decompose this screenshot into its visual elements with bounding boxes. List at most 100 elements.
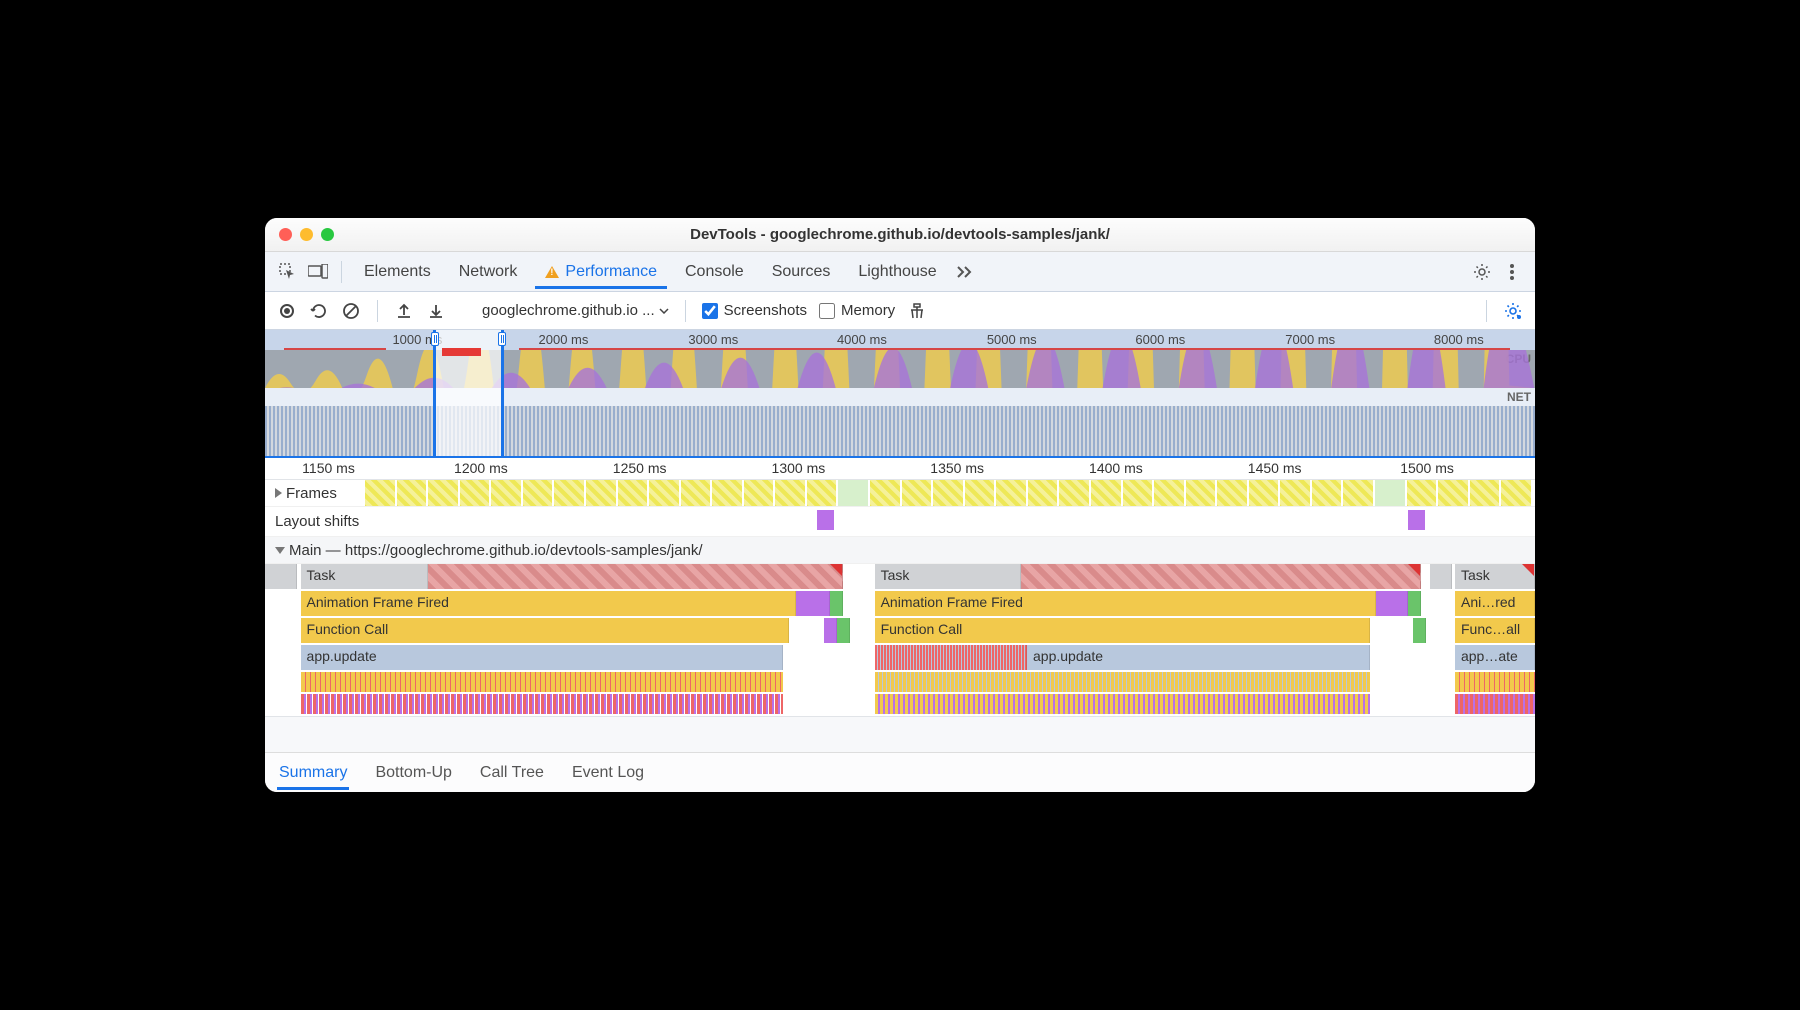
frame-cell[interactable] xyxy=(428,480,458,506)
flame-aff[interactable]: Animation Frame Fired xyxy=(301,591,796,616)
flame-deep[interactable] xyxy=(301,694,784,714)
frame-cell[interactable] xyxy=(1154,480,1184,506)
flame-task-long[interactable] xyxy=(1021,564,1421,589)
frame-cell[interactable] xyxy=(996,480,1026,506)
tab-network[interactable]: Network xyxy=(449,255,528,289)
main-track-header[interactable]: Main — https://googlechrome.github.io/de… xyxy=(265,537,1535,564)
flame-render[interactable] xyxy=(796,591,830,616)
tab-call-tree[interactable]: Call Tree xyxy=(478,756,546,790)
flame-task[interactable]: Task xyxy=(875,564,1021,589)
frame-cell[interactable] xyxy=(365,480,395,506)
frame-cell[interactable] xyxy=(1249,480,1279,506)
frame-cell[interactable] xyxy=(1217,480,1247,506)
collapse-icon[interactable] xyxy=(275,547,285,554)
frame-cell[interactable] xyxy=(1312,480,1342,506)
minimize-icon[interactable] xyxy=(300,228,313,241)
frame-cell[interactable] xyxy=(870,480,900,506)
kebab-menu-icon[interactable] xyxy=(1501,261,1523,283)
frame-cell[interactable] xyxy=(397,480,427,506)
frame-cell[interactable] xyxy=(933,480,963,506)
flame-deep[interactable] xyxy=(1455,694,1535,714)
frame-cell[interactable] xyxy=(681,480,711,506)
selection-handle-right[interactable] xyxy=(498,332,506,346)
flame-paint[interactable] xyxy=(830,591,843,616)
frame-cell[interactable] xyxy=(491,480,521,506)
flame-task-stub[interactable] xyxy=(1430,564,1453,589)
flame-update-mixed[interactable] xyxy=(875,645,1027,670)
flame-task[interactable]: Task xyxy=(1455,564,1535,589)
frame-cell[interactable] xyxy=(1343,480,1373,506)
flame-aff[interactable]: Ani…red xyxy=(1455,591,1535,616)
frame-cell[interactable] xyxy=(902,480,932,506)
frame-cell[interactable] xyxy=(1059,480,1089,506)
flame-task-long[interactable] xyxy=(428,564,843,589)
tab-lighthouse[interactable]: Lighthouse xyxy=(848,255,946,289)
frame-cell[interactable] xyxy=(1028,480,1058,506)
flamechart-pane[interactable]: 1150 ms 1200 ms 1250 ms 1300 ms 1350 ms … xyxy=(265,458,1535,752)
more-tabs-icon[interactable] xyxy=(955,261,977,283)
tab-performance[interactable]: Performance xyxy=(535,255,667,289)
inspect-icon[interactable] xyxy=(277,261,299,283)
frame-cell[interactable] xyxy=(1123,480,1153,506)
tab-event-log[interactable]: Event Log xyxy=(570,756,646,790)
frame-cell[interactable] xyxy=(807,480,837,506)
frame-cell[interactable] xyxy=(1375,480,1405,506)
reload-record-button[interactable] xyxy=(309,301,329,321)
flame-deep[interactable] xyxy=(1455,672,1535,692)
tab-elements[interactable]: Elements xyxy=(354,255,441,289)
layout-shift-marker[interactable] xyxy=(1408,510,1425,530)
tab-console[interactable]: Console xyxy=(675,255,754,289)
frame-cell[interactable] xyxy=(965,480,995,506)
frame-cell[interactable] xyxy=(554,480,584,506)
flame-update[interactable]: app.update xyxy=(301,645,784,670)
collect-garbage-icon[interactable] xyxy=(907,301,927,321)
frame-cell[interactable] xyxy=(1470,480,1500,506)
frame-cell[interactable] xyxy=(460,480,490,506)
layout-shift-marker[interactable] xyxy=(817,510,834,530)
screenshots-checkbox[interactable]: Screenshots xyxy=(702,302,807,319)
origin-selector[interactable]: googlechrome.github.io ... xyxy=(482,302,669,319)
selection-handle-left[interactable] xyxy=(431,332,439,346)
close-icon[interactable] xyxy=(279,228,292,241)
frame-cell[interactable] xyxy=(712,480,742,506)
frame-cell[interactable] xyxy=(618,480,648,506)
flame-update[interactable]: app…ate xyxy=(1455,645,1535,670)
frame-cell[interactable] xyxy=(1091,480,1121,506)
flame-deep[interactable] xyxy=(875,672,1370,692)
upload-icon[interactable] xyxy=(394,301,414,321)
flame-fn[interactable]: Function Call xyxy=(301,618,790,643)
flame-render[interactable] xyxy=(824,618,837,643)
screenshots-input[interactable] xyxy=(702,303,718,319)
record-button[interactable] xyxy=(277,301,297,321)
frame-cell[interactable] xyxy=(775,480,805,506)
flame-render[interactable] xyxy=(1376,591,1408,616)
expand-icon[interactable] xyxy=(275,488,282,498)
tab-summary[interactable]: Summary xyxy=(277,756,349,790)
frame-cell[interactable] xyxy=(1501,480,1531,506)
device-toggle-icon[interactable] xyxy=(307,261,329,283)
flame-fn[interactable]: Func…all xyxy=(1455,618,1535,643)
layout-shifts-track[interactable]: Layout shifts xyxy=(265,507,1535,537)
frame-cell[interactable] xyxy=(744,480,774,506)
flame-task[interactable]: Task xyxy=(301,564,428,589)
flame-aff[interactable]: Animation Frame Fired xyxy=(875,591,1377,616)
flame-chart[interactable]: Task Task Task Animation Frame Fired Ani… xyxy=(265,564,1535,716)
overview-pane[interactable]: 1000 ms 2000 ms 3000 ms 4000 ms 5000 ms … xyxy=(265,330,1535,458)
frame-cell[interactable] xyxy=(523,480,553,506)
flame-paint[interactable] xyxy=(1408,591,1421,616)
frame-cell[interactable] xyxy=(1438,480,1468,506)
flame-paint[interactable] xyxy=(837,618,850,643)
frame-cell[interactable] xyxy=(838,480,868,506)
download-icon[interactable] xyxy=(426,301,446,321)
flame-deep[interactable] xyxy=(301,672,784,692)
overview-selection[interactable] xyxy=(433,330,504,456)
clear-button[interactable] xyxy=(341,301,361,321)
flame-task-stub[interactable] xyxy=(265,564,297,589)
frame-cell[interactable] xyxy=(1186,480,1216,506)
flame-update[interactable]: app.update xyxy=(1027,645,1370,670)
frame-cell[interactable] xyxy=(1280,480,1310,506)
memory-input[interactable] xyxy=(819,303,835,319)
tab-sources[interactable]: Sources xyxy=(762,255,841,289)
settings-icon[interactable] xyxy=(1471,261,1493,283)
flame-paint[interactable] xyxy=(1413,618,1426,643)
